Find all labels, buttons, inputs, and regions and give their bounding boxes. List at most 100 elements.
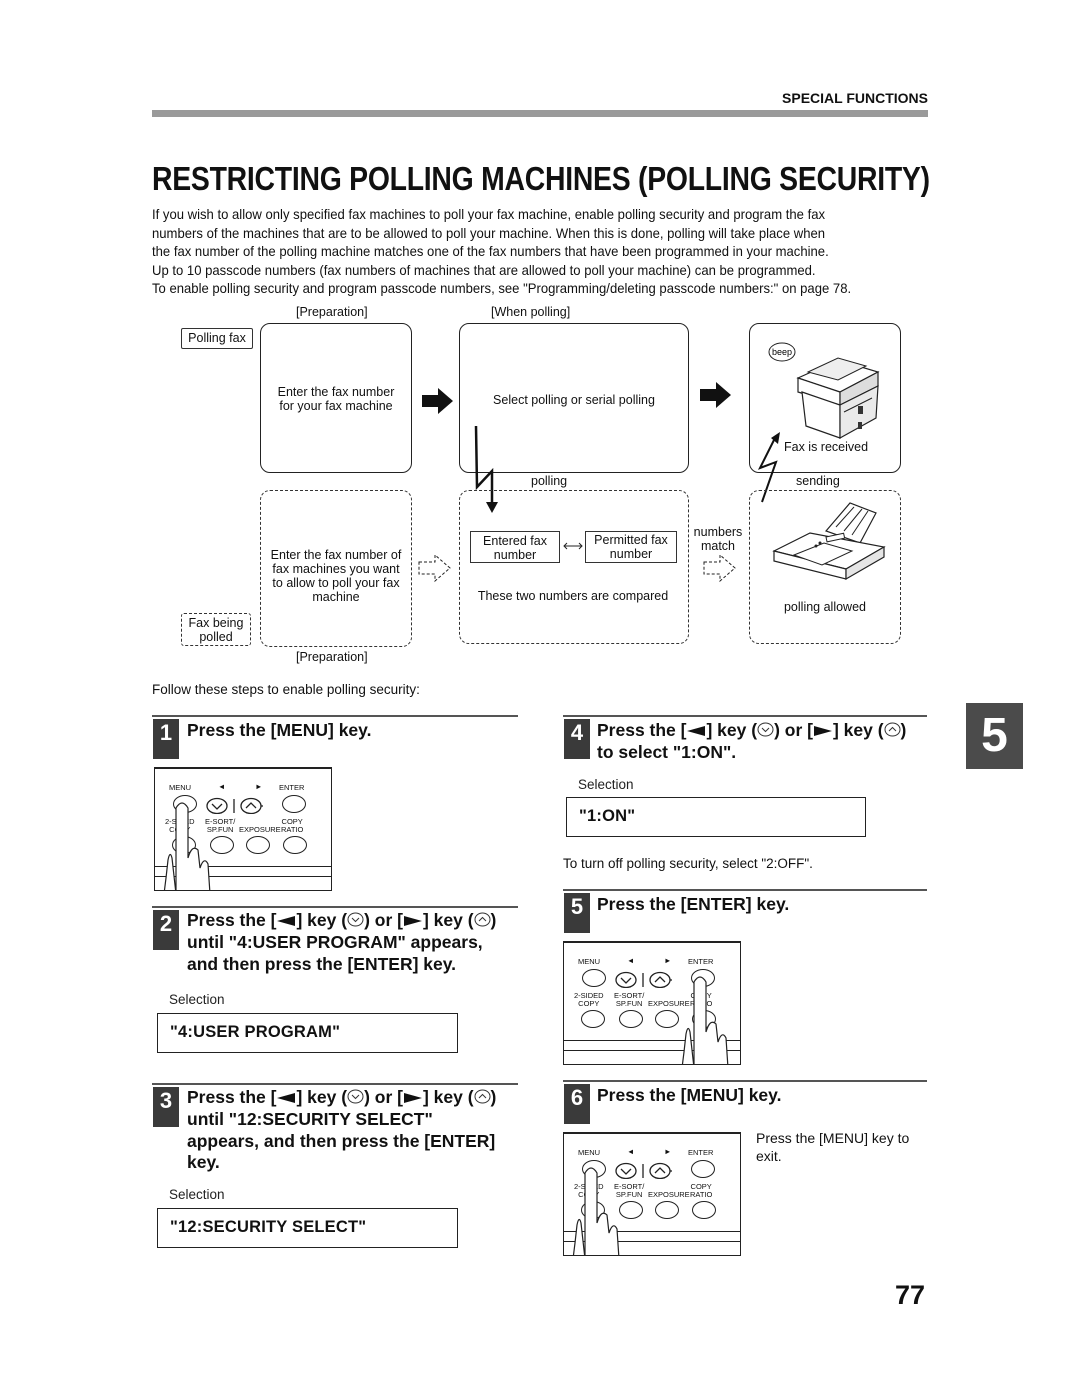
right-arrow-label: ► xyxy=(255,782,263,791)
double-arrow-icon xyxy=(563,542,583,550)
up-chevron-circle-icon xyxy=(474,911,491,933)
chapter-tab: 5 xyxy=(966,703,1023,769)
two-sided-copy-label: 2-SIDEDCOPY xyxy=(574,991,604,1008)
left-arrow-label: ◄ xyxy=(218,782,226,791)
right-arrow-key-icon xyxy=(813,721,833,743)
text-line: Press the [MENU] key to xyxy=(756,1130,910,1146)
step-note: Press the [MENU] key to exit. xyxy=(756,1129,909,1165)
menu-key-label: MENU xyxy=(578,957,601,966)
exposure-button[interactable] xyxy=(655,1201,679,1219)
arrow-right-icon xyxy=(422,388,453,414)
control-panel-enter-press: MENU ◄ ► ENTER 2-SIDED COPY E-SORT/SP.FUN… xyxy=(563,941,741,1065)
text: ] key ( xyxy=(422,1087,474,1107)
text-line: to allow to poll your fax xyxy=(272,576,400,590)
text: ) or [ xyxy=(774,720,813,740)
text: ) xyxy=(900,720,907,740)
left-arrow-label: ◄ xyxy=(627,956,635,965)
text-line: machine xyxy=(312,590,360,604)
compared-text: These two numbers are compared xyxy=(477,589,669,603)
step-title: Press the [] key () or [] key () to sele… xyxy=(597,720,906,764)
beep-text: beep xyxy=(772,347,792,357)
when-polling-heading: [When polling] xyxy=(491,305,571,319)
header-divider xyxy=(152,110,928,117)
fax-received-text: Fax is received xyxy=(784,440,869,454)
intro-line: numbers of the machines that are to be a… xyxy=(152,224,826,241)
step-number: 5 xyxy=(564,893,590,933)
arrow-rocker-keys[interactable] xyxy=(614,970,672,988)
exposure-button[interactable] xyxy=(246,836,270,854)
step-number: 6 xyxy=(564,1084,590,1124)
text-line: numbers xyxy=(693,525,743,539)
numbers-match-text: numbers match xyxy=(690,525,746,553)
intro-line: Up to 10 passcode numbers (fax numbers o… xyxy=(152,261,816,278)
right-arrow-label: ► xyxy=(664,956,672,965)
text-line: Enter the fax number xyxy=(277,385,395,399)
step-divider xyxy=(563,889,927,891)
copy-ratio-label: COPYRATIO xyxy=(690,1182,713,1199)
enter-key-label: ENTER xyxy=(279,783,305,792)
step-title: Press the [] key () or [] key () until "… xyxy=(187,910,496,975)
right-arrow-key-icon xyxy=(403,1088,423,1110)
pressing-finger-icon xyxy=(572,1167,620,1255)
left-arrow-key-icon xyxy=(276,1088,296,1110)
enter-key-label: ENTER xyxy=(688,957,714,966)
intro-line: the fax number of the polling machine ma… xyxy=(152,243,829,259)
copier-fax-icon: beep xyxy=(768,342,880,440)
selection-label: Selection xyxy=(578,777,634,792)
dashed-arrow-right-icon xyxy=(418,553,451,583)
text-line: fax machines you want xyxy=(272,562,400,576)
two-sided-copy-button[interactable] xyxy=(581,1010,605,1028)
menu-key-label: MENU xyxy=(578,1148,601,1157)
esort-spfun-button[interactable] xyxy=(619,1010,643,1028)
text: ] key ( xyxy=(706,720,758,740)
copy-ratio-button[interactable] xyxy=(692,1201,716,1219)
up-chevron-circle-icon xyxy=(884,721,901,743)
text-line: exit. xyxy=(756,1148,782,1164)
pressing-finger-icon xyxy=(681,976,729,1064)
text: ] key ( xyxy=(296,910,348,930)
text-line: Permitted fax xyxy=(594,533,668,547)
intro-line: If you wish to allow only specified fax … xyxy=(152,206,826,222)
enter-button[interactable] xyxy=(282,795,306,813)
entered-fax-number-box: Entered fax number xyxy=(470,531,560,563)
lead-in-text: Follow these steps to enable polling sec… xyxy=(152,682,420,697)
step-number: 1 xyxy=(153,719,179,759)
step-title-line: Press the [] key () or [] key () xyxy=(187,1087,496,1109)
step-title-line: Press the [] key () or [] key () xyxy=(187,910,496,932)
text-line: polled xyxy=(199,630,233,644)
esort-spfun-label: E-SORT/SP.FUN xyxy=(614,991,645,1008)
step-title-line: Press the [] key () or [] key () xyxy=(597,720,906,742)
polling-machine-box: polling allowed xyxy=(749,490,901,644)
text: ] key ( xyxy=(296,1087,348,1107)
left-arrow-key-icon xyxy=(276,911,296,933)
text: Press the [ xyxy=(187,910,277,930)
enter-button[interactable] xyxy=(691,1160,715,1178)
step-title-line: key. xyxy=(187,1152,220,1173)
exposure-button[interactable] xyxy=(655,1010,679,1028)
menu-button[interactable] xyxy=(582,969,606,987)
right-arrow-key-icon xyxy=(403,911,423,933)
arrow-right-icon xyxy=(700,382,731,408)
step-number: 2 xyxy=(153,910,179,950)
prep-box-bottom: Enter the fax number of fax machines you… xyxy=(260,490,412,647)
page-number: 77 xyxy=(895,1280,926,1310)
text-line: for your fax machine xyxy=(279,399,393,413)
selection-label: Selection xyxy=(169,992,225,1007)
copy-ratio-label: COPYRATIO xyxy=(281,817,304,834)
control-panel-menu-press: MENU ◄ ► ENTER 2-SIDEDCOPY E-SORT/SP.FUN… xyxy=(154,767,332,891)
copy-ratio-button[interactable] xyxy=(283,836,307,854)
selection-label: Selection xyxy=(169,1187,225,1202)
text: ] key ( xyxy=(422,910,474,930)
left-arrow-key-icon xyxy=(686,721,706,743)
step-divider xyxy=(563,1080,927,1082)
text-line: match xyxy=(700,539,736,553)
preparation-heading: [Preparation] xyxy=(296,305,368,319)
preparation-footer: [Preparation] xyxy=(296,650,368,664)
text-line: Entered fax xyxy=(483,534,547,548)
polling-label: polling xyxy=(531,474,568,488)
polling-box-top-text: Select polling or serial polling xyxy=(493,393,655,407)
step-divider xyxy=(152,1083,518,1085)
down-chevron-circle-icon xyxy=(757,721,774,743)
text: ] key ( xyxy=(832,720,884,740)
text: ) xyxy=(490,910,497,930)
